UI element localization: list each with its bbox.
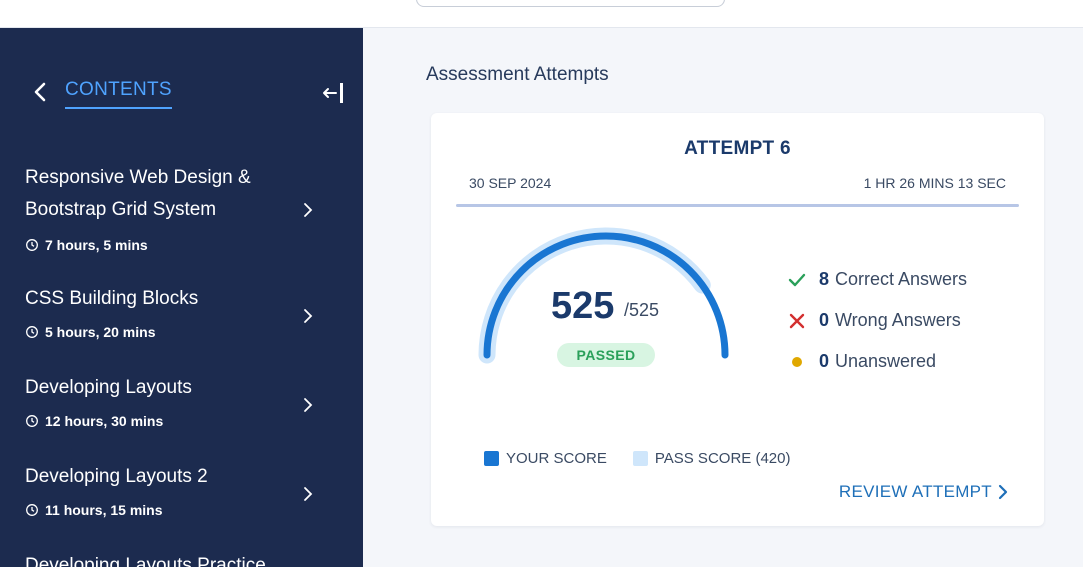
dot-icon (787, 352, 807, 372)
course-item[interactable]: Developing Layouts Practice (0, 548, 363, 567)
legend-label: YOUR SCORE (506, 450, 607, 467)
legend-label: PASS SCORE (420) (654, 450, 791, 467)
attempt-card: ATTEMPT 6 30 SEP 2024 1 HR 26 MINS 13 SE… (431, 113, 1044, 526)
correct-stat: 8 Correct Answers (787, 269, 967, 290)
course-item[interactable]: Responsive Web Design & Bootstrap Grid S… (0, 160, 363, 260)
top-bar (0, 0, 1083, 28)
correct-label: Correct Answers (835, 269, 968, 289)
score-max: /525 (624, 300, 660, 320)
clock-icon (25, 414, 39, 428)
status-badge: PASSED (557, 343, 655, 367)
header-divider (456, 204, 1019, 207)
course-name: CSS Building Blocks (25, 288, 199, 309)
course-duration-text: 7 hours, 5 mins (45, 237, 148, 253)
clock-icon (25, 503, 39, 517)
course-duration-text: 12 hours, 30 mins (45, 413, 164, 429)
course-item[interactable]: Developing Layouts 12 hours, 30 mins (0, 370, 363, 430)
unanswered-stat: 0 Unanswered (787, 351, 936, 372)
course-name: Developing Layouts Practice (25, 555, 266, 567)
course-name: Developing Layouts 2 (25, 466, 208, 487)
course-duration-text: 5 hours, 20 mins (45, 324, 156, 340)
collapse-icon (323, 83, 343, 103)
course-name: Developing Layouts (25, 377, 192, 398)
attempt-date: 30 SEP 2024 (469, 175, 552, 191)
page-title: Assessment Attempts (426, 64, 609, 85)
course-duration-text: 11 hours, 15 mins (45, 502, 163, 518)
collapse-sidebar-button[interactable] (320, 80, 346, 106)
unanswered-label: Unanswered (835, 351, 937, 371)
chevron-left-icon (34, 82, 46, 102)
unanswered-count: 0 (819, 351, 830, 371)
review-attempt-label: REVIEW ATTEMPT (838, 482, 992, 501)
legend-your-score: YOUR SCORE (484, 450, 607, 467)
clock-icon (25, 238, 39, 252)
chevron-right-icon (298, 395, 318, 415)
search-input[interactable] (416, 0, 725, 7)
course-duration: 5 hours, 20 mins (25, 324, 155, 340)
chevron-right-icon (298, 200, 318, 220)
course-item[interactable]: CSS Building Blocks 5 hours, 20 mins (0, 281, 363, 341)
wrong-label: Wrong Answers (835, 310, 961, 330)
chevron-right-icon (298, 306, 318, 326)
course-name: Responsive Web Design & Bootstrap Grid S… (25, 167, 251, 220)
wrong-count: 0 (819, 310, 830, 330)
sidebar-title[interactable]: CONTENTS (65, 79, 172, 109)
contents-sidebar: CONTENTS Responsive Web Design & Bootstr… (0, 28, 363, 567)
legend-swatch (632, 451, 648, 466)
course-item[interactable]: Developing Layouts 2 11 hours, 15 mins (0, 459, 363, 519)
course-duration: 7 hours, 5 mins (25, 237, 148, 253)
attempt-duration: 1 HR 26 MINS 13 SEC (863, 175, 1006, 191)
sidebar-header: CONTENTS (0, 28, 363, 118)
legend-swatch (484, 451, 499, 466)
back-button[interactable] (28, 80, 52, 104)
score-value: 525 (551, 285, 615, 327)
chevron-right-icon (998, 484, 1008, 500)
review-attempt-button[interactable]: REVIEW ATTEMPT (839, 482, 1008, 502)
cross-icon (787, 311, 807, 331)
chevron-right-icon (298, 484, 318, 504)
check-icon (787, 270, 807, 290)
wrong-stat: 0 Wrong Answers (787, 310, 961, 331)
correct-count: 8 (819, 269, 830, 289)
attempt-title: ATTEMPT 6 (684, 138, 791, 159)
course-duration: 11 hours, 15 mins (25, 502, 163, 518)
gauge-legend: YOUR SCORE PASS SCORE (420) (484, 450, 816, 467)
legend-pass-score: PASS SCORE (420) (632, 450, 791, 467)
clock-icon (25, 325, 39, 339)
course-duration: 12 hours, 30 mins (25, 413, 163, 429)
